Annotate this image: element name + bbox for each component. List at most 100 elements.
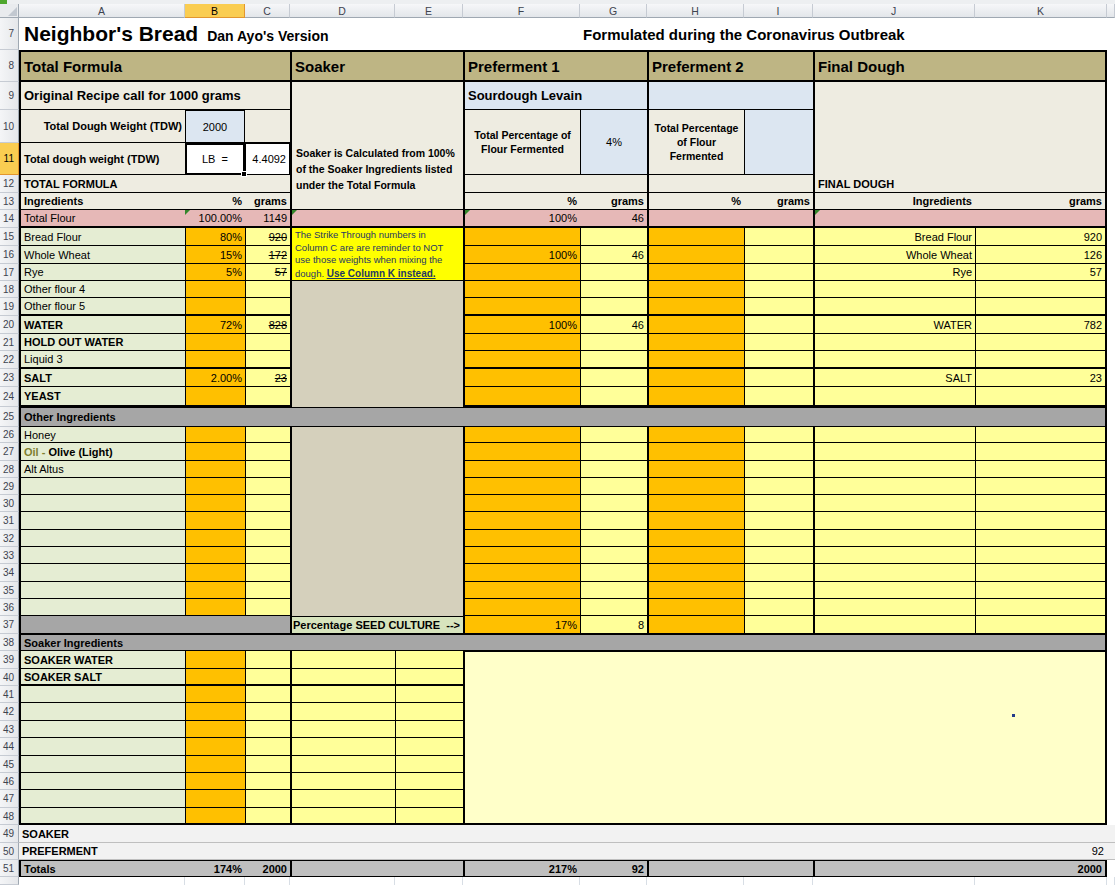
cell-G29[interactable] [580, 478, 647, 495]
cell-C47[interactable] [245, 790, 290, 808]
soaker-label-43[interactable] [19, 721, 185, 738]
cell-C34[interactable] [245, 564, 290, 582]
row-header-19[interactable]: 19 [0, 298, 19, 316]
cell-B48[interactable] [185, 808, 245, 825]
row-header-32[interactable]: 32 [0, 530, 19, 547]
row-header-15[interactable]: 15 [0, 228, 19, 246]
section-soaker[interactable]: Soaker [290, 50, 463, 82]
cell-I19[interactable] [744, 298, 813, 316]
cell-C17[interactable]: 57 [245, 264, 290, 281]
cell-K35[interactable] [975, 582, 1107, 599]
soaker-label-39[interactable]: SOAKER WATER [19, 651, 185, 669]
cell-D42[interactable] [290, 703, 395, 721]
col-header-p1-grams[interactable]: grams [580, 193, 647, 210]
cell-C36[interactable] [245, 599, 290, 616]
cell-G26[interactable] [580, 427, 647, 443]
row-header-13[interactable]: 13 [0, 193, 19, 210]
cell-B32[interactable] [185, 530, 245, 547]
soaker-label-48[interactable] [19, 808, 185, 825]
cell-K31[interactable] [975, 512, 1107, 530]
ingredient-label-36[interactable] [19, 599, 185, 616]
cell-D51[interactable] [290, 860, 463, 877]
cell-J51[interactable] [813, 860, 975, 877]
cell-D43[interactable] [290, 721, 395, 738]
cell-I32[interactable] [744, 530, 813, 547]
soaker-label-47[interactable] [19, 790, 185, 808]
row-header-30[interactable]: 30 [0, 495, 19, 512]
cell-D41[interactable] [290, 686, 395, 703]
cell-F32[interactable] [463, 530, 580, 547]
ingredient-label-24[interactable]: YEAST [19, 387, 185, 407]
cell-C43[interactable] [245, 721, 290, 738]
ingredient-label-15[interactable]: Bread Flour [19, 228, 185, 246]
soaker-note[interactable]: Soaker is Calculated from 100% of the So… [290, 143, 463, 210]
cell-H18[interactable] [647, 281, 744, 298]
cell-H16[interactable] [647, 246, 744, 264]
ingredient-label-31[interactable] [19, 512, 185, 530]
cell-J28[interactable] [813, 461, 975, 478]
cell-C40[interactable] [245, 669, 290, 686]
section-preferment-1[interactable]: Preferment 1 [463, 50, 647, 82]
row-header-37[interactable]: 37 [0, 616, 19, 634]
col-header-percent[interactable]: % [185, 193, 245, 210]
merged-empty-region[interactable] [463, 651, 1107, 825]
cell-F23[interactable] [463, 369, 580, 387]
ingredient-label-17[interactable]: Rye [19, 264, 185, 281]
cell-D48[interactable] [290, 808, 395, 825]
cell-J24[interactable] [813, 387, 975, 407]
cell-B21[interactable] [185, 334, 245, 351]
cell-F28[interactable] [463, 461, 580, 478]
section-final-dough[interactable]: Final Dough [813, 50, 1107, 82]
totals-grams[interactable]: 2000 [245, 860, 290, 877]
cell-J17[interactable]: Rye [813, 264, 975, 281]
cell-I17[interactable] [744, 264, 813, 281]
cell-B27[interactable] [185, 443, 245, 461]
band-other-ingredients[interactable]: Other Ingredients [19, 407, 1107, 427]
ingredient-label-29[interactable] [19, 478, 185, 495]
cell-F29[interactable] [463, 478, 580, 495]
cell-B16[interactable]: 15% [185, 246, 245, 264]
row-header-47[interactable]: 47 [0, 790, 19, 808]
row-header-42[interactable]: 42 [0, 703, 19, 721]
cell-J35[interactable] [813, 582, 975, 599]
cell-I20[interactable] [744, 316, 813, 334]
cell-X51[interactable] [1107, 860, 1115, 877]
header-note[interactable]: Formulated during the Coronavirus Outbre… [580, 18, 1107, 50]
cell-K21[interactable] [975, 334, 1107, 351]
cell-J26[interactable] [813, 427, 975, 443]
cell-K26[interactable] [975, 427, 1107, 443]
cell-B19[interactable] [185, 298, 245, 316]
row-header-8[interactable]: 8 [0, 50, 19, 82]
row-header-50[interactable]: 50 [0, 843, 19, 860]
cell-B23[interactable]: 2.00% [185, 369, 245, 387]
cell-I37[interactable] [744, 616, 813, 634]
totals-p1-percent[interactable]: 217% [463, 860, 580, 877]
totals-percent[interactable]: 174% [185, 860, 245, 877]
ingredient-label-21[interactable]: HOLD OUT WATER [19, 334, 185, 351]
cell-G20[interactable]: 46 [580, 316, 647, 334]
cell-H22[interactable] [647, 351, 744, 369]
column-header-E[interactable]: E [395, 4, 463, 18]
ingredient-label-33[interactable] [19, 547, 185, 564]
cell-G28[interactable] [580, 461, 647, 478]
totals-label[interactable]: Totals [19, 860, 185, 877]
cell-F18[interactable] [463, 281, 580, 298]
ingredient-label-35[interactable] [19, 582, 185, 599]
seed-culture-percent[interactable]: 17% [463, 616, 580, 634]
cell-F12[interactable] [463, 175, 647, 193]
row-header-25[interactable]: 25 [0, 407, 19, 427]
tdw-lb-label[interactable]: Total dough weight (TDW) [19, 143, 185, 175]
row-header-31[interactable]: 31 [0, 512, 19, 530]
col-header-p2-grams[interactable]: grams [744, 193, 813, 210]
cell-G23[interactable] [580, 369, 647, 387]
cell-C19[interactable] [245, 298, 290, 316]
cell-I22[interactable] [744, 351, 813, 369]
cell-C31[interactable] [245, 512, 290, 530]
cell-H14[interactable] [647, 210, 813, 228]
total-formula-subheader[interactable]: TOTAL FORMULA [19, 175, 290, 193]
select-all-button[interactable] [0, 4, 19, 18]
cell-E43[interactable] [395, 721, 463, 738]
cell-H36[interactable] [647, 599, 744, 616]
cell-F15[interactable] [463, 228, 580, 246]
cell-K18[interactable] [975, 281, 1107, 298]
